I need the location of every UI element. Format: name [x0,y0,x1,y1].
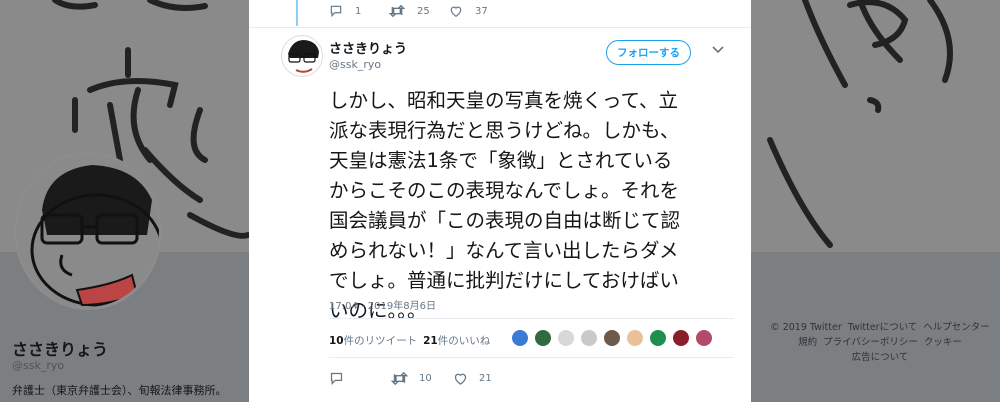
liker-avatar[interactable] [534,329,552,347]
follow-button[interactable]: フォローする [606,40,691,65]
retweet-stat[interactable]: 10件のリツイート [329,333,417,348]
avatar-drawing [30,165,159,307]
like-count: 37 [475,5,488,17]
author-handle[interactable]: @ssk_ryo [329,58,381,71]
retweet-action[interactable]: 25 [389,4,449,18]
footer-link-privacy[interactable]: プライバシーポリシー [823,337,918,348]
profile-bio: 弁護士（東京弁護士会）、旬報法律事務所。 [12,384,227,397]
heart-icon [450,6,462,17]
footer-link-help[interactable]: ヘルプセンター [923,322,990,333]
profile-handle[interactable]: @ssk_ryo [12,359,64,372]
like-action[interactable]: 21 [453,371,515,386]
author-name[interactable]: ささきりょう [329,38,407,57]
liker-avatars [511,329,718,347]
divider [329,357,734,358]
tweet-line: しかし、昭和天皇の写真を焼くって、立 [329,89,679,112]
tweet-stats: 10件のリツイート 21件のいいね [329,333,496,348]
liker-avatar[interactable] [649,329,667,347]
footer-links: © 2019 Twitter Twitterについて ヘルプセンター 規約 プライバシ… [760,320,1000,365]
thread-line [296,0,298,26]
retweet-count: 25 [417,5,430,17]
reply-action[interactable] [329,371,391,386]
tweet-line: でしょ。普通に批判だけにしておけばい [329,269,679,292]
tweet-actions: 10 21 [329,371,515,386]
like-stat-label: 件のいいね [437,335,491,347]
retweet-action[interactable]: 10 [391,371,453,386]
liker-avatar[interactable] [672,329,690,347]
footer-link-about[interactable]: Twitterについて [848,322,918,333]
profile-avatar[interactable] [14,152,162,310]
divider [249,27,751,28]
liker-avatar[interactable] [603,329,621,347]
like-stat[interactable]: 21件のいいね [423,333,490,348]
footer-copyright: © 2019 Twitter [770,322,842,333]
like-count: 21 [479,373,492,384]
chevron-down-icon[interactable] [712,46,724,54]
author-avatar[interactable] [281,35,323,77]
tweet-line: められない！」なんて言い出したらダメ [329,239,679,262]
tweet-text: しかし、昭和天皇の写真を焼くって、立 派な表現行為だと思うけどね。しかも、 天皇… [329,86,739,326]
profile-name[interactable]: ささきりょう [12,336,108,360]
retweet-icon [391,371,408,386]
liker-avatar[interactable] [626,329,644,347]
retweet-stat-label: 件のリツイート [343,335,418,347]
previous-tweet-actions: 1 25 37 [329,4,509,18]
liker-avatar[interactable] [695,329,713,347]
tweet-line: 天皇は憲法1条で「象徴」とされている [329,149,673,172]
like-action[interactable]: 37 [449,4,509,18]
tweet-timestamp[interactable]: 17:04 - 2019年8月6日 [329,297,436,312]
tweet-line: 派な表現行為だと思うけどね。しかも、 [329,119,680,142]
tweet-modal: 1 25 37 ささきりょう @ssk_ryo フォローする しかし、昭和天皇の… [249,0,751,402]
tweet-line: からこそのこの表現なんでしょ。それを [329,179,680,202]
avatar-image [288,40,319,73]
retweet-stat-number: 10 [329,335,344,347]
liker-avatar[interactable] [557,329,575,347]
footer-link-terms[interactable]: 規約 [798,337,817,348]
retweet-icon [389,4,405,18]
footer-link-ads[interactable]: 広告について [852,352,909,363]
liker-avatar[interactable] [580,329,598,347]
like-stat-number: 21 [423,335,438,347]
reply-action[interactable]: 1 [329,4,389,18]
reply-icon [330,5,342,18]
liker-avatar[interactable] [511,329,529,347]
tweet-line: 国会議員が「この表現の自由は断じて認 [329,209,681,232]
heart-icon [454,373,467,385]
reply-count: 1 [355,5,362,17]
retweet-count: 10 [419,373,432,384]
footer-link-cookies[interactable]: クッキー [924,337,962,348]
reply-icon [330,372,343,386]
divider [329,318,734,319]
